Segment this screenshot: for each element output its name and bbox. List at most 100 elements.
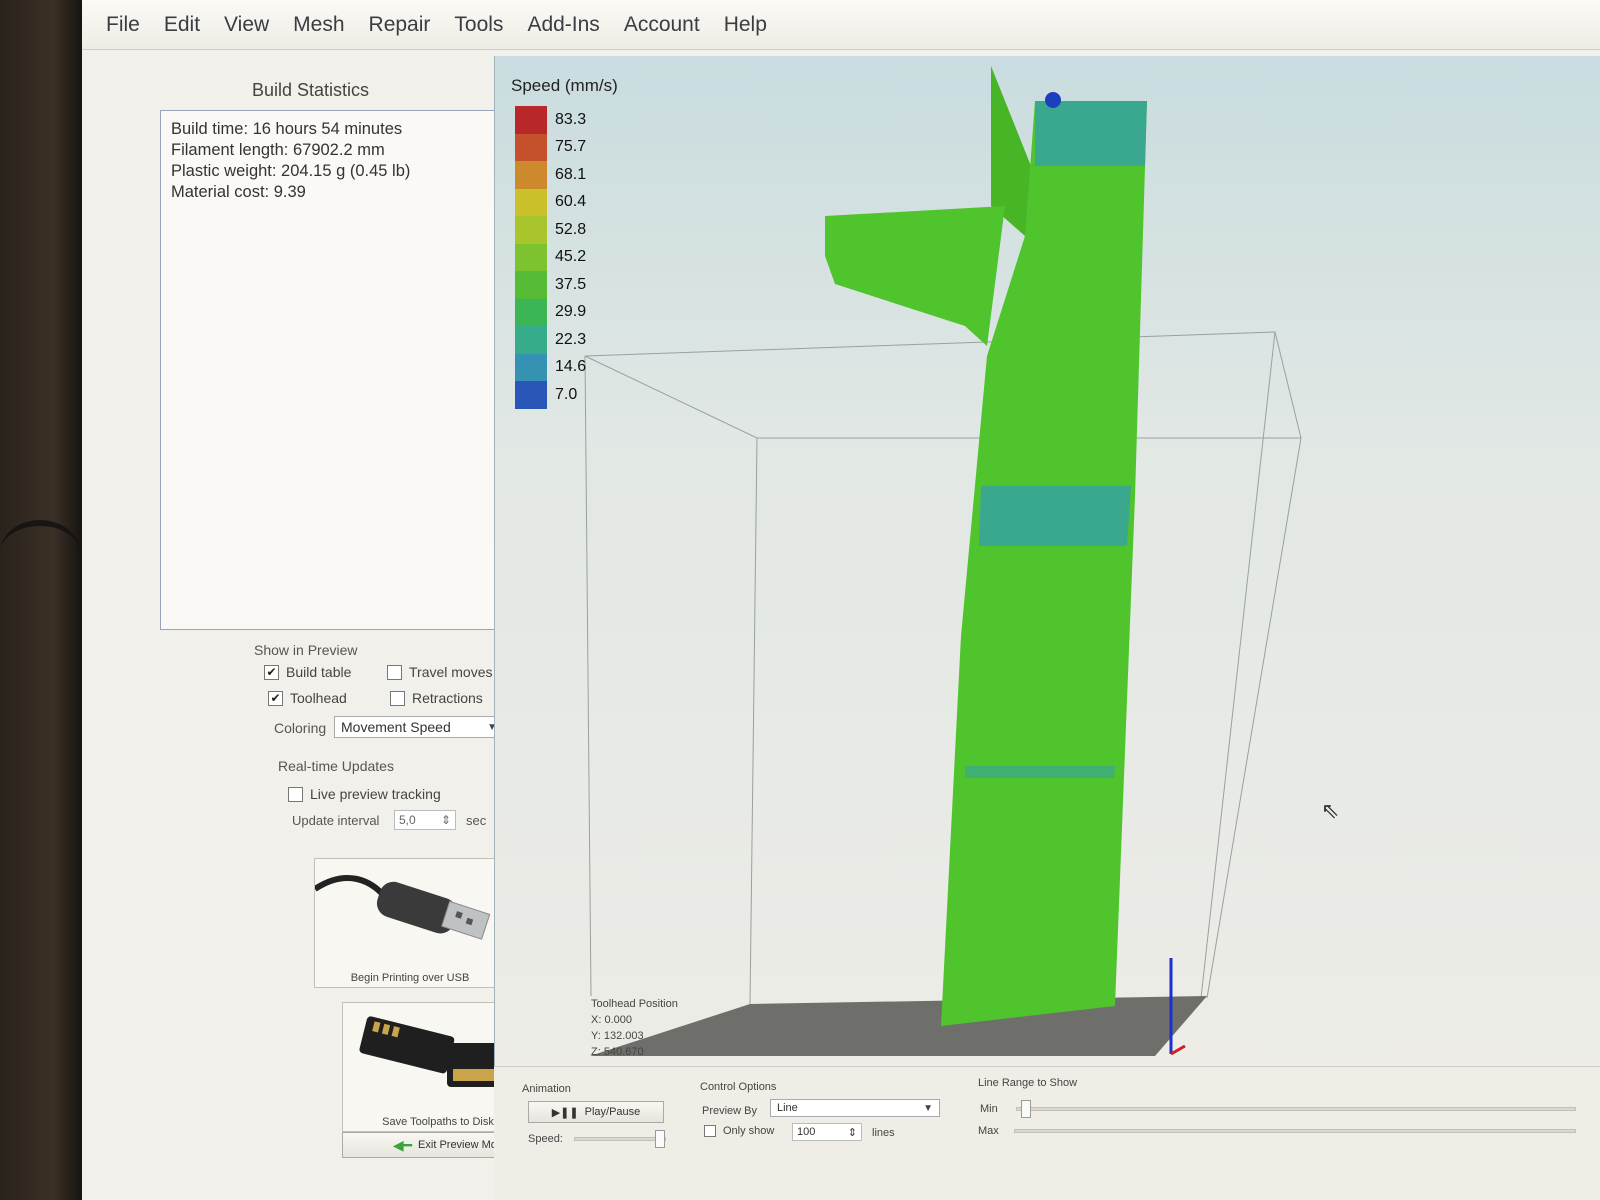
- legend-value: 14.6: [555, 358, 587, 376]
- coloring-dropdown[interactable]: Movement Speed ▼: [334, 716, 504, 738]
- menu-view[interactable]: View: [212, 13, 281, 37]
- update-interval-unit: sec: [466, 813, 487, 828]
- legend-swatch: [515, 216, 547, 244]
- legend-value: 52.8: [555, 220, 587, 238]
- only-show-checkbox[interactable]: Only show: [704, 1125, 774, 1137]
- build-volume-wireframe: [584, 331, 1302, 1005]
- toolhead-position: Toolhead Position X: 0.000 Y: 132.003 Z:…: [591, 996, 678, 1060]
- model-band-thin: [965, 766, 1115, 778]
- retractions-checkbox[interactable]: Retractions: [390, 690, 483, 706]
- legend-value: 7.0: [555, 385, 578, 403]
- checkbox-unchecked-icon: [288, 786, 303, 802]
- only-show-spinbox[interactable]: 100 ⇕: [792, 1123, 862, 1141]
- legend-value: 45.2: [555, 248, 587, 266]
- toolpath-scene: [584, 66, 1302, 1056]
- menu-account[interactable]: Account: [612, 13, 712, 37]
- show-in-preview-label: Show in Preview: [254, 642, 358, 658]
- model-arm: [825, 206, 1005, 346]
- play-pause-button[interactable]: ▶❚❚ Play/Pause: [528, 1101, 664, 1123]
- menu-mesh[interactable]: Mesh: [281, 13, 356, 37]
- 3d-preview-viewport[interactable]: Speed (mm/s) 83.3 75.7 68.1 60.4 52.8 45.2 37.…: [494, 56, 1600, 1066]
- realtime-updates-label: Real-time Updates: [278, 758, 394, 774]
- legend-entry: 75.7: [515, 133, 587, 161]
- travel-moves-checkbox[interactable]: Travel moves: [387, 664, 493, 680]
- usb-cable-icon: [313, 874, 491, 940]
- live-preview-checkbox[interactable]: Live preview tracking: [288, 786, 441, 802]
- build-table-checkbox[interactable]: ✔ Build table: [264, 664, 351, 680]
- begin-printing-usb-button[interactable]: Begin Printing over USB: [313, 858, 506, 988]
- toolhead-y: Y: 132.003: [591, 1030, 644, 1042]
- only-show-value: 100: [797, 1126, 816, 1138]
- control-options-label: Control Options: [700, 1081, 777, 1093]
- legend-swatch: [515, 161, 547, 189]
- legend-value: 60.4: [555, 193, 587, 211]
- line-range-min-label: Min: [980, 1103, 998, 1115]
- legend-swatch: [515, 188, 547, 216]
- toolhead-z: Z: 540.670: [591, 1046, 644, 1058]
- filament-length-stat: Filament length: 67902.2 mm: [171, 141, 385, 159]
- menu-edit[interactable]: Edit: [152, 13, 212, 37]
- legend-entry: 83.3: [515, 106, 586, 134]
- play-pause-label: Play/Pause: [584, 1106, 641, 1118]
- menu-bar: File Edit View Mesh Repair Tools Add-Ins…: [82, 0, 1600, 50]
- model-top-marker: [1045, 92, 1061, 108]
- begin-printing-usb-label: Begin Printing over USB: [350, 972, 470, 984]
- animation-speed-label: Speed:: [528, 1133, 563, 1145]
- menu-file[interactable]: File: [94, 13, 152, 37]
- legend-swatch: [515, 243, 547, 271]
- bottom-controls: Animation ▶❚❚ Play/Pause Speed: Control …: [494, 1066, 1600, 1200]
- menu-help[interactable]: Help: [712, 13, 779, 37]
- toolhead-label: Toolhead: [290, 690, 347, 706]
- plastic-weight-stat: Plastic weight: 204.15 g (0.45 lb): [171, 162, 411, 180]
- line-range-label: Line Range to Show: [978, 1077, 1078, 1089]
- preview-by-dropdown[interactable]: Line ▼: [770, 1099, 940, 1117]
- legend-swatch: [515, 381, 547, 409]
- preview-by-label: Preview By: [702, 1105, 758, 1117]
- toolhead-position-title: Toolhead Position: [591, 998, 678, 1010]
- update-interval-value: 5,0: [399, 813, 416, 827]
- left-panel: Build Statistics Build time: 16 hours 54…: [102, 58, 560, 1200]
- build-statistics-title: Build Statistics: [252, 80, 370, 100]
- legend-swatch: [515, 298, 547, 326]
- spin-arrows-icon: ⇕: [847, 1127, 857, 1139]
- legend-value: 83.3: [555, 110, 587, 128]
- legend-entry: 29.9: [515, 298, 586, 326]
- legend-entry: 68.1: [515, 161, 586, 189]
- preview-by-value: Line: [777, 1102, 798, 1114]
- legend-value: 37.5: [555, 275, 587, 293]
- animation-speed-slider[interactable]: [574, 1130, 666, 1148]
- x-axis: [1170, 1044, 1186, 1056]
- checkbox-unchecked-icon: [704, 1125, 716, 1137]
- slider-thumb[interactable]: [655, 1130, 665, 1148]
- legend-swatch: [515, 271, 547, 299]
- legend-entry: 45.2: [515, 243, 587, 271]
- legend-value: 75.7: [555, 138, 587, 156]
- checkbox-unchecked-icon: [387, 664, 402, 680]
- monitor-bezel: [0, 0, 90, 1200]
- legend-entry: 52.8: [515, 216, 586, 244]
- toolhead-checkbox[interactable]: ✔ Toolhead: [268, 690, 347, 706]
- speed-legend-title: Speed (mm/s): [511, 76, 618, 95]
- menu-add-ins[interactable]: Add-Ins: [515, 13, 611, 37]
- slider-thumb[interactable]: [1021, 1100, 1031, 1118]
- legend-swatch: [515, 133, 547, 161]
- legend-entry: 14.6: [515, 353, 587, 381]
- travel-moves-label: Travel moves: [409, 664, 493, 680]
- mouse-cursor-icon: ⇖: [1321, 798, 1340, 823]
- update-interval-spinbox[interactable]: 5,0 ⇕: [394, 810, 456, 830]
- legend-value: 22.3: [555, 330, 587, 348]
- line-range-max-label: Max: [978, 1125, 999, 1137]
- dropdown-arrow-icon: ▼: [923, 1102, 933, 1114]
- build-time-stat: Build time: 16 hours 54 minutes: [171, 120, 403, 138]
- material-cost-stat: Material cost: 9.39: [171, 183, 306, 201]
- menu-tools[interactable]: Tools: [442, 13, 515, 37]
- legend-entry: 7.0: [515, 381, 586, 409]
- line-range-min-slider[interactable]: [1016, 1100, 1576, 1118]
- menu-repair[interactable]: Repair: [357, 13, 443, 37]
- toolhead-x: X: 0.000: [591, 1014, 632, 1026]
- line-range-max-slider[interactable]: [1014, 1129, 1576, 1133]
- legend-entry: 60.4: [515, 188, 587, 216]
- coloring-label: Coloring: [274, 720, 327, 736]
- build-table-label: Build table: [286, 664, 352, 680]
- model-band: [979, 486, 1131, 546]
